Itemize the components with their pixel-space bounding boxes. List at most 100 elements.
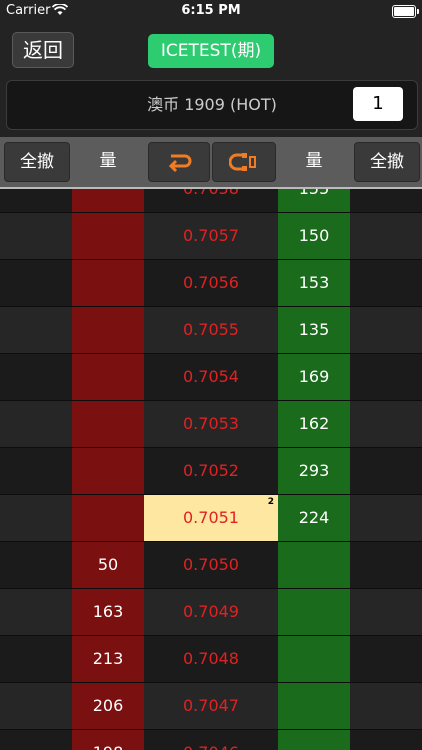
ask-qty-cell[interactable]: 153 bbox=[278, 260, 350, 307]
right-order-cell[interactable] bbox=[350, 448, 422, 495]
ladder-row: 0.7058 155 bbox=[0, 189, 422, 213]
price-cell[interactable]: 0.7047 bbox=[144, 683, 278, 730]
bid-qty-cell[interactable]: 198 bbox=[72, 730, 144, 750]
price-ladder[interactable]: 0.70581550.70571500.70561530.70551350.70… bbox=[0, 189, 422, 750]
bid-qty-cell[interactable]: 50 bbox=[72, 542, 144, 589]
cancel-all-asks-button[interactable]: 全撤 bbox=[354, 142, 420, 182]
price-cell[interactable]: 0.7049 bbox=[144, 589, 278, 636]
bid-qty-cell[interactable] bbox=[72, 401, 144, 448]
left-order-cell[interactable] bbox=[0, 495, 72, 542]
price-cell[interactable]: 0.7055 bbox=[144, 307, 278, 354]
ask-qty-cell[interactable]: 169 bbox=[278, 354, 350, 401]
bid-qty-cell[interactable] bbox=[72, 307, 144, 354]
price-cell[interactable]: 0.7046 bbox=[144, 730, 278, 750]
ask-qty-cell[interactable] bbox=[278, 730, 350, 750]
ladder-row: 163 0.7049 bbox=[0, 589, 422, 636]
contract-title-button[interactable]: ICETEST(期) bbox=[148, 34, 274, 68]
price-label: 0.7047 bbox=[183, 696, 239, 715]
bid-qty-cell[interactable]: 163 bbox=[72, 589, 144, 636]
status-bar: Carrier 6:15 PM bbox=[0, 0, 422, 22]
ask-qty-cell[interactable]: 162 bbox=[278, 401, 350, 448]
clock: 6:15 PM bbox=[181, 3, 241, 18]
nav-header: 返回 ICETEST(期) bbox=[0, 22, 422, 80]
right-order-cell[interactable] bbox=[350, 189, 422, 213]
bid-qty-cell[interactable] bbox=[72, 260, 144, 307]
bid-qty-cell[interactable] bbox=[72, 189, 144, 213]
ladder-row: 50 0.7050 bbox=[0, 542, 422, 589]
price-label: 0.7049 bbox=[183, 602, 239, 621]
right-order-cell[interactable] bbox=[350, 213, 422, 260]
left-order-cell[interactable] bbox=[0, 189, 72, 213]
left-order-cell[interactable] bbox=[0, 448, 72, 495]
right-order-cell[interactable] bbox=[350, 542, 422, 589]
price-cell[interactable]: 0.7048 bbox=[144, 636, 278, 683]
bid-qty-cell[interactable]: 206 bbox=[72, 683, 144, 730]
right-order-cell[interactable] bbox=[350, 401, 422, 448]
price-label: 0.7051 bbox=[183, 508, 239, 527]
right-order-cell[interactable] bbox=[350, 307, 422, 354]
instrument-bar: 澳币 1909 (HOT) 1 bbox=[6, 80, 418, 130]
price-label: 0.7052 bbox=[183, 461, 239, 480]
order-quantity-input[interactable]: 1 bbox=[353, 87, 403, 121]
price-label: 0.7055 bbox=[183, 320, 239, 339]
price-cell[interactable]: 0.7050 bbox=[144, 542, 278, 589]
ladder-row: 213 0.7048 bbox=[0, 636, 422, 683]
ask-qty-cell[interactable]: 224 bbox=[278, 495, 350, 542]
ask-qty-cell[interactable] bbox=[278, 542, 350, 589]
right-order-cell[interactable] bbox=[350, 683, 422, 730]
ladder-row: 206 0.7047 bbox=[0, 683, 422, 730]
ask-qty-cell[interactable] bbox=[278, 589, 350, 636]
price-label: 0.7053 bbox=[183, 414, 239, 433]
right-order-cell[interactable] bbox=[350, 589, 422, 636]
last-volume-badge: 2 bbox=[267, 497, 274, 507]
left-order-cell[interactable] bbox=[0, 213, 72, 260]
bid-qty-cell[interactable]: 213 bbox=[72, 636, 144, 683]
reverse-position-icon[interactable] bbox=[148, 142, 210, 182]
ask-qty-cell[interactable] bbox=[278, 636, 350, 683]
price-label: 0.7054 bbox=[183, 367, 239, 386]
ladder-row: 0.7057 150 bbox=[0, 213, 422, 260]
left-order-cell[interactable] bbox=[0, 260, 72, 307]
price-cell[interactable]: 0.7053 bbox=[144, 401, 278, 448]
price-label: 0.7056 bbox=[183, 273, 239, 292]
price-cell[interactable]: 0.7054 bbox=[144, 354, 278, 401]
right-order-cell[interactable] bbox=[350, 636, 422, 683]
right-order-cell[interactable] bbox=[350, 354, 422, 401]
left-order-cell[interactable] bbox=[0, 401, 72, 448]
price-label: 0.7057 bbox=[183, 226, 239, 245]
ladder-row: 0.7053 162 bbox=[0, 401, 422, 448]
cancel-all-bids-button[interactable]: 全撤 bbox=[4, 142, 70, 182]
right-order-cell[interactable] bbox=[350, 260, 422, 307]
price-cell[interactable]: 0.7051 2 bbox=[144, 495, 278, 542]
ask-qty-cell[interactable] bbox=[278, 683, 350, 730]
price-label: 0.7050 bbox=[183, 555, 239, 574]
right-order-cell[interactable] bbox=[350, 495, 422, 542]
right-order-cell[interactable] bbox=[350, 730, 422, 750]
bid-qty-cell[interactable] bbox=[72, 213, 144, 260]
ladder-row: 198 0.7046 bbox=[0, 730, 422, 750]
ladder-row: 0.7056 153 bbox=[0, 260, 422, 307]
ladder-row: 0.7055 135 bbox=[0, 307, 422, 354]
price-cell[interactable]: 0.7052 bbox=[144, 448, 278, 495]
price-label: 0.7058 bbox=[183, 189, 239, 198]
ask-qty-cell[interactable]: 155 bbox=[278, 189, 350, 213]
price-cell[interactable]: 0.7057 bbox=[144, 213, 278, 260]
ask-qty-cell[interactable]: 293 bbox=[278, 448, 350, 495]
left-order-cell[interactable] bbox=[0, 636, 72, 683]
left-order-cell[interactable] bbox=[0, 683, 72, 730]
left-order-cell[interactable] bbox=[0, 542, 72, 589]
bid-qty-header: 量 bbox=[99, 151, 117, 171]
left-order-cell[interactable] bbox=[0, 589, 72, 636]
ask-qty-cell[interactable]: 135 bbox=[278, 307, 350, 354]
magnet-center-icon[interactable] bbox=[212, 142, 276, 182]
bid-qty-cell[interactable] bbox=[72, 354, 144, 401]
left-order-cell[interactable] bbox=[0, 730, 72, 750]
price-cell[interactable]: 0.7056 bbox=[144, 260, 278, 307]
left-order-cell[interactable] bbox=[0, 307, 72, 354]
ask-qty-cell[interactable]: 150 bbox=[278, 213, 350, 260]
bid-qty-cell[interactable] bbox=[72, 448, 144, 495]
bid-qty-cell[interactable] bbox=[72, 495, 144, 542]
price-cell[interactable]: 0.7058 bbox=[144, 189, 278, 213]
left-order-cell[interactable] bbox=[0, 354, 72, 401]
back-button[interactable]: 返回 bbox=[12, 32, 74, 68]
